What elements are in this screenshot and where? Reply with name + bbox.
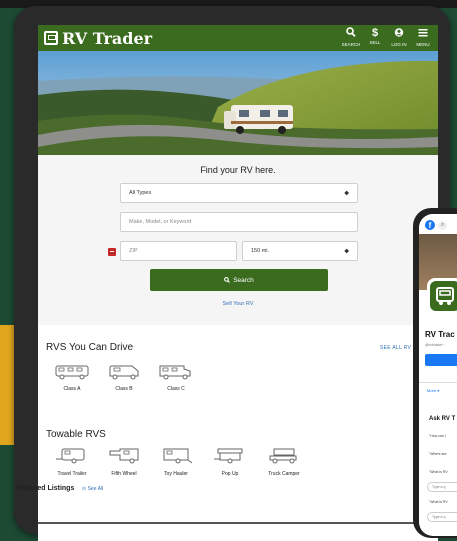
top-navbar: RV Trader SEARCH $ SELL LOG IN MENU <box>38 25 438 51</box>
drivable-section-title: RVS You Can Drive <box>46 342 134 353</box>
zip-location-icon <box>108 248 116 256</box>
nav-search-label: SEARCH <box>341 42 361 47</box>
zip-placeholder: ZIP <box>129 248 138 254</box>
toy-hauler-label: Toy Hauler <box>164 471 188 477</box>
rv-category-class-b[interactable]: Class B <box>100 364 148 392</box>
class-c-label: Class C <box>167 386 185 392</box>
select-caret-icon: ◆ <box>344 248 349 255</box>
keyword-placeholder: Make, Model, or Keyword <box>129 219 192 225</box>
rv-category-truck-camper[interactable]: Truck Camper <box>260 447 308 477</box>
rv-type-select[interactable]: All Types ◆ <box>120 183 358 203</box>
travel-trailer-label: Travel Trailer <box>57 471 87 477</box>
question-input[interactable]: Type a q <box>427 512 457 522</box>
search-button[interactable]: Search <box>150 269 328 291</box>
hero-image <box>38 51 438 155</box>
fifth-wheel-label: Fifth Wheel <box>111 471 137 477</box>
nav-menu[interactable]: MENU <box>412 27 434 47</box>
towable-section-title: Towable RVS <box>46 429 106 440</box>
page-name: RV Trac <box>425 330 455 339</box>
truck-camper-icon <box>269 448 297 464</box>
user-icon <box>388 27 410 42</box>
rv-logo-icon <box>44 31 58 45</box>
rv-category-class-a[interactable]: Class A <box>48 364 96 392</box>
faq-question[interactable]: "What is RV <box>429 500 448 504</box>
class-a-label: Class A <box>63 386 81 392</box>
dollar-icon: $ <box>371 27 379 39</box>
facebook-topbar: f ⌕ <box>419 214 457 234</box>
featured-see-all-label: See All <box>87 486 104 492</box>
faq-question[interactable]: "How can I <box>429 434 446 438</box>
tablet-home-indicator <box>38 522 418 524</box>
sell-your-rv-link[interactable]: Sell Your RV <box>38 301 438 307</box>
page-handle: @rvtrader · <box>425 342 446 347</box>
background-accent <box>0 325 14 445</box>
faq-question[interactable]: "What is RV <box>429 470 448 474</box>
hamburger-icon <box>412 27 434 42</box>
travel-trailer-icon <box>56 448 85 464</box>
class-b-icon <box>109 365 139 380</box>
keyword-input[interactable]: Make, Model, or Keyword <box>120 212 358 232</box>
truck-camper-label: Truck Camper <box>268 471 300 477</box>
class-b-label: Class B <box>115 386 133 392</box>
toy-hauler-icon <box>163 448 193 464</box>
logo-text: RV Trader <box>62 28 153 48</box>
tablet-screen: RV Trader SEARCH $ SELL LOG IN MENU Find… <box>38 25 438 541</box>
nav-login[interactable]: LOG IN <box>388 27 410 47</box>
nav-sell[interactable]: $ SELL <box>364 27 386 47</box>
page-action-button[interactable] <box>425 354 457 366</box>
zip-input[interactable]: ZIP <box>120 241 237 261</box>
facebook-logo-icon[interactable]: f <box>425 220 435 230</box>
nav-login-label: LOG IN <box>391 42 407 47</box>
search-section: Find your RV here. All Types ◆ Make, Mod… <box>38 155 438 325</box>
class-c-icon <box>159 365 191 380</box>
featured-see-all-link[interactable]: ⊙ See All <box>82 486 103 492</box>
rv-category-pop-up[interactable]: Pop Up <box>206 447 254 477</box>
phone-screen: f ⌕ RV Trac @rvtrader · More ▾ Ask RV T … <box>419 214 457 536</box>
distance-select[interactable]: 150 mi. ◆ <box>242 241 358 261</box>
ask-section-title: Ask RV T <box>429 416 456 422</box>
search-icon <box>340 27 362 42</box>
divider <box>419 382 457 383</box>
distance-value: 150 mi. <box>251 248 270 254</box>
nav-sell-label: SELL <box>369 40 381 45</box>
nav-search[interactable]: SEARCH <box>340 27 362 47</box>
rv-category-toy-hauler[interactable]: Toy Hauler <box>152 447 200 477</box>
rv-category-travel-trailer[interactable]: Travel Trailer <box>48 447 96 477</box>
pop-up-label: Pop Up <box>221 471 239 477</box>
rv-category-fifth-wheel[interactable]: Fifth Wheel <box>100 447 148 477</box>
search-icon[interactable]: ⌕ <box>438 221 447 230</box>
more-tab[interactable]: More ▾ <box>427 388 439 393</box>
fifth-wheel-icon <box>109 448 139 464</box>
rv-logo-icon <box>430 281 457 311</box>
search-button-label: Search <box>233 276 254 284</box>
search-icon <box>224 277 231 283</box>
rv-category-class-c[interactable]: Class C <box>152 364 200 392</box>
question-input[interactable]: Type a q <box>427 482 457 492</box>
nav-menu-label: MENU <box>416 42 430 47</box>
rv-type-value: All Types <box>129 190 152 196</box>
search-title: Find your RV here. <box>200 165 276 175</box>
featured-listings-title: Featured Listings <box>16 485 75 492</box>
see-all-rv-link[interactable]: SEE ALL RV <box>380 345 411 351</box>
class-a-icon <box>55 365 89 380</box>
pop-up-icon <box>214 448 243 464</box>
page-avatar[interactable] <box>427 278 457 314</box>
faq-question[interactable]: "Where are <box>429 452 447 456</box>
rv-trader-logo[interactable]: RV Trader <box>44 28 153 48</box>
select-caret-icon: ◆ <box>344 190 349 197</box>
